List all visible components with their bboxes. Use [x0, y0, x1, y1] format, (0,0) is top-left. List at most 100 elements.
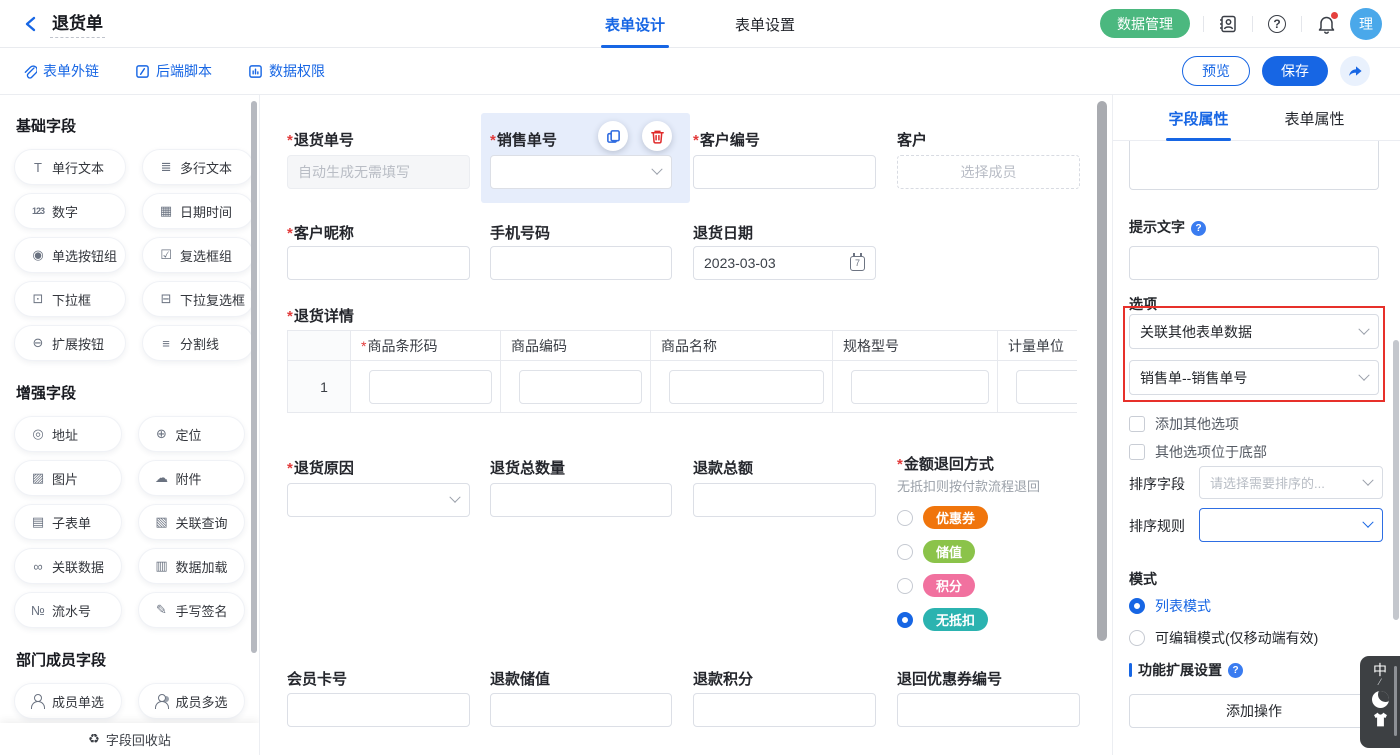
sort-rule-select[interactable]: [1199, 508, 1383, 542]
coupon-no-input[interactable]: [897, 693, 1080, 727]
tab-form-properties[interactable]: 表单属性: [1285, 95, 1345, 141]
sidebar-item-location[interactable]: ⊕定位: [138, 416, 246, 452]
avatar[interactable]: 理: [1350, 8, 1382, 40]
field-recycle-bin[interactable]: ♻ 字段回收站: [0, 723, 259, 755]
sidebar-item-single-line-text[interactable]: T单行文本: [14, 149, 126, 185]
multi-line-text-icon: ≣: [156, 159, 176, 175]
hint-text-input[interactable]: [1129, 246, 1379, 280]
sidebar-item-attachment[interactable]: ☁附件: [138, 460, 246, 496]
save-button[interactable]: 保存: [1262, 56, 1328, 86]
sidebar-item-member-multi[interactable]: 成员多选: [138, 683, 246, 719]
nickname-input[interactable]: [287, 246, 470, 280]
add-other-option-checkbox[interactable]: 添加其他选项: [1129, 414, 1239, 434]
sidebar-scrollbar[interactable]: [251, 101, 257, 653]
points-badge: 积分: [923, 574, 975, 597]
checkbox-icon: [1129, 444, 1145, 460]
option-field-select[interactable]: 销售单--销售单号: [1129, 360, 1379, 395]
dark-mode-toggle-moon-icon[interactable]: [1372, 691, 1389, 708]
field-label-total-qty: 退货总数量: [490, 457, 565, 478]
sidebar-item-related-query[interactable]: ▧关联查询: [138, 504, 246, 540]
checkbox-group-icon: ☑: [156, 247, 176, 263]
chevron-down-icon: [651, 164, 662, 175]
sidebar-item-number[interactable]: 123数字: [14, 193, 126, 229]
language-toggle[interactable]: 中 ⁄: [1373, 663, 1387, 686]
barcode-input[interactable]: [369, 370, 492, 404]
field-label-return-date: 退货日期: [693, 222, 753, 243]
reason-select[interactable]: [287, 483, 470, 517]
sidebar-item-signature[interactable]: ✎手写签名: [138, 592, 246, 628]
multi-select-icon: ⊟: [156, 291, 176, 307]
product-code-input[interactable]: [519, 370, 642, 404]
hint-text-label: 提示文字: [1129, 217, 1206, 237]
refund-option-points[interactable]: 积分: [897, 574, 975, 597]
refund-stored-input[interactable]: [490, 693, 672, 727]
sidebar-item-divider[interactable]: ≡分割线: [142, 325, 254, 361]
data-manage-button[interactable]: 数据管理: [1100, 9, 1190, 38]
page-title: 退货单: [50, 9, 105, 38]
sidebar-item-serial-number[interactable]: №流水号: [14, 592, 122, 628]
copy-field-button[interactable]: [598, 121, 628, 151]
refund-points-input[interactable]: [693, 693, 876, 727]
sales-no-select[interactable]: [490, 155, 672, 189]
mobile-input[interactable]: [490, 246, 672, 280]
sidebar-item-multi-line-text[interactable]: ≣多行文本: [142, 149, 254, 185]
share-button[interactable]: [1340, 56, 1370, 86]
tab-form-design[interactable]: 表单设计: [605, 0, 665, 48]
external-link-button[interactable]: 表单外链: [22, 61, 99, 81]
stored-badge: 储值: [923, 540, 975, 563]
theme-shirt-icon[interactable]: [1372, 712, 1389, 727]
return-date-picker[interactable]: 2023-03-03 7: [693, 246, 876, 280]
sidebar-item-extend-button[interactable]: ⊖扩展按钮: [14, 325, 126, 361]
help-icon[interactable]: ?: [1266, 13, 1288, 35]
customer-no-input[interactable]: [693, 155, 876, 189]
tab-form-settings[interactable]: 表单设置: [735, 0, 795, 48]
unit-input[interactable]: [1016, 370, 1077, 404]
sidebar-item-radio-group[interactable]: ◉单选按钮组: [14, 237, 126, 273]
total-amount-input[interactable]: [693, 483, 876, 517]
backend-script-button[interactable]: 后端脚本: [135, 61, 212, 81]
radio-icon: [897, 544, 913, 560]
tab-field-properties[interactable]: 字段属性: [1168, 95, 1228, 141]
sidebar-item-related-data[interactable]: ∞关联数据: [14, 548, 122, 584]
mode-editable-radio[interactable]: 可编辑模式(仅移动端有效): [1129, 628, 1318, 648]
no-deduction-badge: 无抵扣: [923, 608, 988, 631]
total-qty-input[interactable]: [490, 483, 672, 517]
sidebar-item-select[interactable]: ⊡下拉框: [14, 281, 126, 317]
address-book-icon[interactable]: [1217, 13, 1239, 35]
option-source-select[interactable]: 关联其他表单数据: [1129, 314, 1379, 349]
help-circle-icon[interactable]: [1191, 221, 1206, 236]
spec-input[interactable]: [851, 370, 989, 404]
help-circle-icon[interactable]: [1228, 663, 1243, 678]
sidebar-item-subform[interactable]: ▤子表单: [14, 504, 122, 540]
sidebar-item-member-single[interactable]: 成员单选: [14, 683, 122, 719]
canvas-scrollbar[interactable]: [1097, 101, 1107, 641]
back-button[interactable]: [20, 13, 42, 35]
sidebar-item-data-load[interactable]: ▥数据加载: [138, 548, 246, 584]
table-header-index: [288, 331, 351, 361]
delete-field-button[interactable]: [642, 121, 672, 151]
refund-option-stored[interactable]: 储值: [897, 540, 975, 563]
sidebar-item-checkbox-group[interactable]: ☑复选框组: [142, 237, 254, 273]
preview-button[interactable]: 预览: [1182, 56, 1250, 86]
other-option-bottom-checkbox[interactable]: 其他选项位于底部: [1129, 442, 1267, 462]
data-permission-button[interactable]: 数据权限: [248, 61, 325, 81]
refund-option-coupon[interactable]: 优惠券: [897, 506, 988, 529]
panel-scrollbar[interactable]: [1393, 340, 1399, 620]
refund-option-none[interactable]: 无抵扣: [897, 608, 988, 631]
product-name-input[interactable]: [669, 370, 824, 404]
return-no-input[interactable]: 自动生成无需填写: [287, 155, 470, 189]
add-action-button[interactable]: 添加操作: [1129, 694, 1379, 728]
member-card-input[interactable]: [287, 693, 470, 727]
sort-field-select[interactable]: 请选择需要排序的...: [1199, 466, 1383, 499]
notification-bell-icon[interactable]: [1315, 13, 1337, 35]
sidebar-item-multi-select[interactable]: ⊟下拉复选框: [142, 281, 254, 317]
field-name-input-clipped[interactable]: [1129, 141, 1379, 190]
mode-list-radio[interactable]: 列表模式: [1129, 596, 1211, 616]
customer-member-picker[interactable]: 选择成员: [897, 155, 1080, 189]
sidebar-item-datetime[interactable]: ▦日期时间: [142, 193, 254, 229]
floating-helper-widget: 中 ⁄: [1360, 656, 1400, 748]
sidebar-item-address[interactable]: ◎地址: [14, 416, 122, 452]
table-cell-spec: [833, 361, 998, 413]
sidebar-item-image[interactable]: ▨图片: [14, 460, 122, 496]
related-query-icon: ▧: [152, 514, 172, 530]
